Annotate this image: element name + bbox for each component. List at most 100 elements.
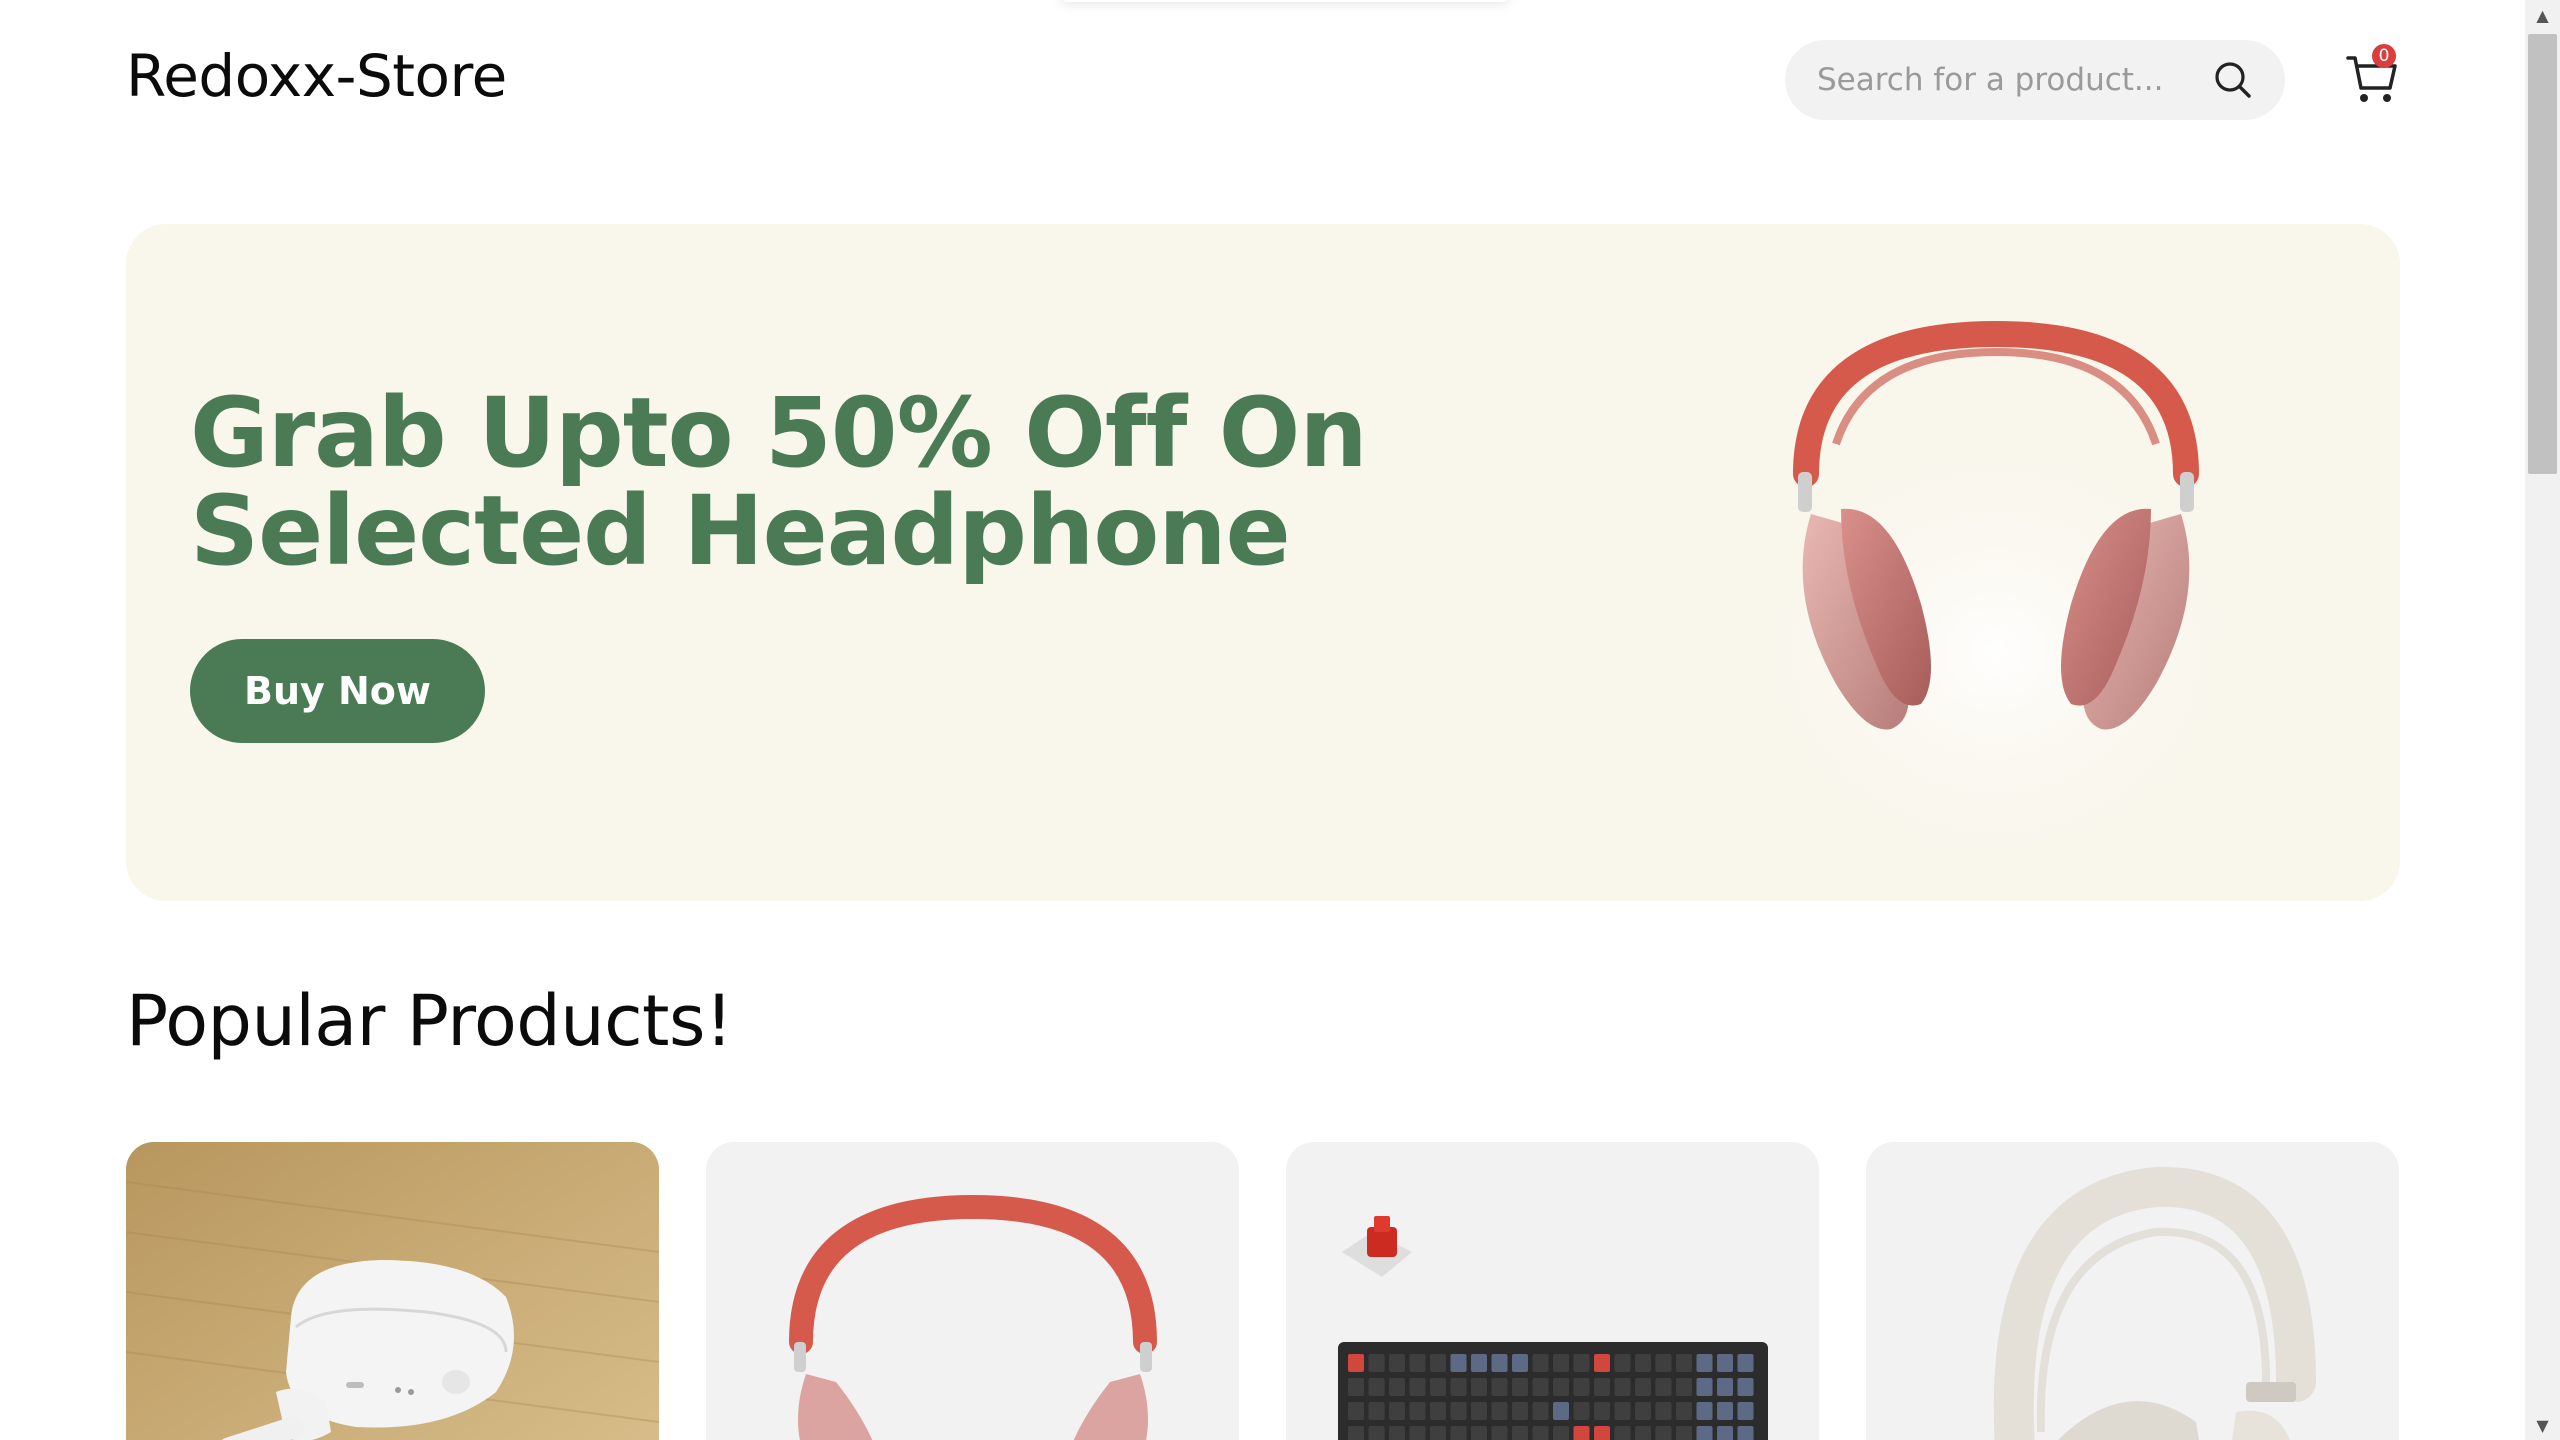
keyboard-key bbox=[1594, 1354, 1610, 1372]
keyboard-key bbox=[1635, 1426, 1651, 1440]
keyboard-key bbox=[1389, 1426, 1405, 1440]
keyboard-key bbox=[1471, 1426, 1487, 1440]
hero-title: Grab Upto 50% Off On Selected Headphone bbox=[190, 377, 1368, 587]
cart-button[interactable]: 0 bbox=[2344, 44, 2400, 106]
cart-count-badge: 0 bbox=[2372, 44, 2396, 68]
keyboard-key bbox=[1450, 1426, 1467, 1440]
white-headphone-image bbox=[1993, 1166, 2316, 1440]
keyboard-key bbox=[1409, 1378, 1426, 1396]
page-scrollbar[interactable]: ▲ ▼ bbox=[2525, 0, 2560, 1440]
keyboard-key bbox=[1594, 1426, 1610, 1440]
keyboard-key bbox=[1348, 1354, 1364, 1372]
scroll-down-arrow[interactable]: ▼ bbox=[2525, 1410, 2560, 1440]
popular-products-heading: Popular Products! bbox=[126, 980, 733, 1062]
keyboard-key bbox=[1717, 1426, 1733, 1440]
keyboard-key bbox=[1348, 1402, 1364, 1420]
keyboard-key bbox=[1430, 1402, 1446, 1420]
keyboard-key bbox=[1573, 1378, 1590, 1396]
keyboard-key bbox=[1512, 1426, 1528, 1440]
headphone-image bbox=[789, 1194, 1157, 1440]
keyboard-key bbox=[1737, 1402, 1754, 1420]
keyboard-key bbox=[1655, 1402, 1672, 1420]
keyboard-key bbox=[1676, 1426, 1692, 1440]
keyboard-key bbox=[1635, 1402, 1651, 1420]
keyboard-key bbox=[1737, 1426, 1754, 1440]
keyboard-key bbox=[1676, 1378, 1692, 1396]
keyboard-key bbox=[1553, 1402, 1569, 1420]
keyboard-key bbox=[1655, 1378, 1672, 1396]
keyboard-key bbox=[1389, 1378, 1405, 1396]
keyboard-key bbox=[1614, 1402, 1631, 1420]
keyboard-key bbox=[1594, 1402, 1610, 1420]
keyboard-key bbox=[1389, 1402, 1405, 1420]
product-card[interactable] bbox=[706, 1142, 1239, 1440]
keyboard-key bbox=[1512, 1378, 1528, 1396]
keyboard-key bbox=[1594, 1378, 1610, 1396]
keyboard-key bbox=[1737, 1354, 1754, 1372]
keyboard-key bbox=[1471, 1378, 1487, 1396]
keyboard-key bbox=[1532, 1402, 1549, 1420]
keyboard-key bbox=[1635, 1354, 1651, 1372]
keyboard-key bbox=[1655, 1354, 1672, 1372]
keyboard-key bbox=[1491, 1426, 1508, 1440]
keyboard-key bbox=[1737, 1378, 1754, 1396]
keyboard-key bbox=[1655, 1426, 1672, 1440]
keyboard-key bbox=[1696, 1378, 1713, 1396]
keyboard-key bbox=[1532, 1426, 1549, 1440]
keyboard-key bbox=[1532, 1378, 1549, 1396]
keyboard-key bbox=[1614, 1354, 1631, 1372]
keyboard-key bbox=[1368, 1426, 1385, 1440]
keyboard-key bbox=[1450, 1378, 1467, 1396]
page: Redoxx-Store 0 Grab Upto 50% Off On Sele… bbox=[0, 0, 2560, 1440]
keyboard-key bbox=[1676, 1354, 1692, 1372]
hero-banner: Grab Upto 50% Off On Selected Headphone … bbox=[126, 224, 2400, 901]
keyboard-key bbox=[1409, 1402, 1426, 1420]
keyboard-key bbox=[1614, 1426, 1631, 1440]
keyboard-key bbox=[1491, 1354, 1508, 1372]
search-input[interactable] bbox=[1817, 40, 2197, 120]
keyboard-key bbox=[1696, 1354, 1713, 1372]
keyboard-image bbox=[1338, 1216, 1768, 1440]
keyboard-key bbox=[1573, 1354, 1590, 1372]
keyboard-key bbox=[1512, 1354, 1528, 1372]
keyboard-key bbox=[1471, 1402, 1487, 1420]
keyboard-key bbox=[1450, 1354, 1467, 1372]
buy-now-button[interactable]: Buy Now bbox=[190, 639, 485, 743]
search-icon[interactable] bbox=[2211, 58, 2255, 102]
keyboard-key bbox=[1348, 1378, 1364, 1396]
keyboard-key bbox=[1491, 1402, 1508, 1420]
keyboard-key bbox=[1450, 1402, 1467, 1420]
keyboard-key bbox=[1717, 1402, 1733, 1420]
product-grid bbox=[126, 1142, 2400, 1440]
keyboard-key bbox=[1696, 1426, 1713, 1440]
scroll-thumb[interactable] bbox=[2528, 34, 2557, 474]
keyboard-key bbox=[1409, 1426, 1426, 1440]
scroll-up-arrow[interactable]: ▲ bbox=[2525, 0, 2560, 30]
keyboard-key bbox=[1573, 1402, 1590, 1420]
keyboard-key bbox=[1471, 1354, 1487, 1372]
keyboard-key bbox=[1430, 1378, 1446, 1396]
keyboard-key bbox=[1409, 1354, 1426, 1372]
product-card[interactable] bbox=[1866, 1142, 2399, 1440]
keyboard-key bbox=[1512, 1402, 1528, 1420]
search-bar bbox=[1785, 40, 2285, 120]
keyboard-key bbox=[1717, 1378, 1733, 1396]
keyboard-key bbox=[1532, 1354, 1549, 1372]
keyboard-key bbox=[1368, 1402, 1385, 1420]
keyboard-key bbox=[1491, 1378, 1508, 1396]
keyboard-key bbox=[1553, 1354, 1569, 1372]
keyboard-key bbox=[1348, 1426, 1364, 1440]
product-card[interactable] bbox=[1286, 1142, 1819, 1440]
keyboard-key bbox=[1368, 1378, 1385, 1396]
keyboard-key bbox=[1553, 1378, 1569, 1396]
keyboard-key bbox=[1553, 1426, 1569, 1440]
keyboard-key bbox=[1430, 1354, 1446, 1372]
site-logo[interactable]: Redoxx-Store bbox=[126, 42, 507, 110]
product-card[interactable] bbox=[126, 1142, 659, 1440]
keyboard-key bbox=[1368, 1354, 1385, 1372]
keyboard-key bbox=[1389, 1354, 1405, 1372]
keyboard-key bbox=[1635, 1378, 1651, 1396]
site-header: Redoxx-Store 0 bbox=[0, 0, 2525, 160]
keyboard-key bbox=[1614, 1378, 1631, 1396]
headphone-image bbox=[1726, 320, 2266, 854]
